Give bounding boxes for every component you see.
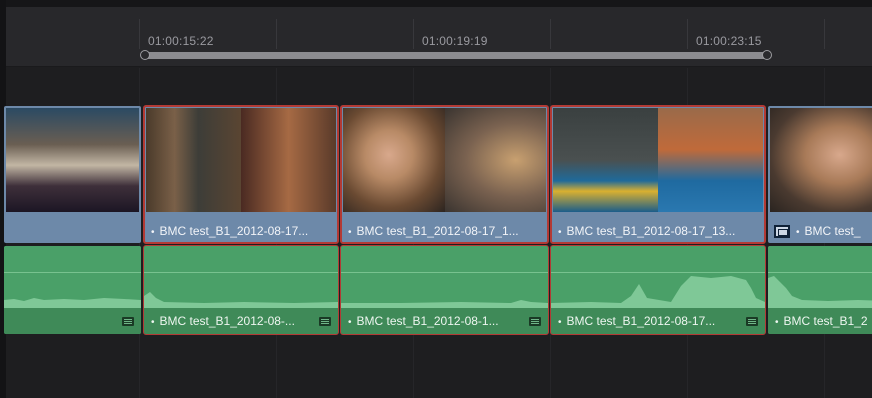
audio-label-row: BMC test_B1_2012-08-... <box>144 308 338 334</box>
audio-clip-label: BMC test_B1_2012-08-17... <box>558 314 716 328</box>
ruler-tick <box>687 19 688 49</box>
video-clip[interactable]: BMC test_B1_2012-08-17_1... <box>340 105 549 244</box>
audio-clip[interactable]: BMC test_B1_2 <box>768 246 872 334</box>
clip-thumbnail <box>6 108 139 212</box>
audio-centerline <box>551 272 765 273</box>
audio-clip[interactable] <box>4 246 141 334</box>
timecode-ruler[interactable]: 01:00:15:22 01:00:19:19 01:00:23:15 <box>6 7 872 67</box>
range-start-handle[interactable] <box>140 50 150 60</box>
video-clip[interactable] <box>4 106 141 243</box>
timeline-range-bar[interactable] <box>140 50 772 60</box>
timeline-panel: 01:00:15:22 01:00:19:19 01:00:23:15 BMC … <box>0 0 872 398</box>
audio-label-row: BMC test_B1_2 <box>768 308 872 334</box>
timecode-label: 01:00:19:19 <box>422 34 488 48</box>
audio-label-row: BMC test_B1_2012-08-17... <box>551 308 765 334</box>
audio-clip-label: BMC test_B1_2012-08-... <box>151 314 295 328</box>
timecode-label: 01:00:23:15 <box>696 34 762 48</box>
audio-label-row: BMC test_B1_2012-08-1... <box>341 308 548 334</box>
clip-thumbnail <box>770 108 872 212</box>
audio-centerline <box>768 272 872 273</box>
audio-centerline <box>144 272 338 273</box>
ruler-tick <box>139 19 140 49</box>
audio-waveform <box>551 276 765 308</box>
audio-clip[interactable]: BMC test_B1_2012-08-... <box>143 245 339 335</box>
video-clip-label: BMC test_B1_2012-08-17_1... <box>348 224 519 238</box>
clip-menu-icon[interactable] <box>122 317 134 326</box>
timecode-label: 01:00:15:22 <box>148 34 214 48</box>
clip-thumbnail <box>146 108 336 212</box>
video-clip[interactable]: BMC test_B1_2012-08-17... <box>143 105 339 244</box>
video-clip[interactable]: BMC test_ <box>768 106 872 243</box>
audio-waveform <box>4 298 141 308</box>
range-end-handle[interactable] <box>762 50 772 60</box>
video-clip-label: BMC test_B1_2012-08-17_13... <box>558 224 736 238</box>
audio-clip-label: BMC test_B1_2012-08-1... <box>348 314 499 328</box>
ruler-tick <box>550 19 551 49</box>
audio-waveform <box>768 276 872 308</box>
audio-clip[interactable]: BMC test_B1_2012-08-1... <box>340 245 549 335</box>
audio-waveform <box>341 300 548 308</box>
audio-label-row <box>4 308 141 334</box>
clip-thumbnail <box>343 108 546 212</box>
audio-centerline <box>341 272 548 273</box>
audio-clip-label: BMC test_B1_2 <box>775 314 868 328</box>
ruler-tick <box>276 19 277 49</box>
audio-centerline <box>4 272 141 273</box>
clip-menu-icon[interactable] <box>319 317 331 326</box>
film-clip-icon <box>774 225 790 238</box>
video-clip-label: BMC test_B1_2012-08-17... <box>151 224 309 238</box>
ruler-tick <box>824 19 825 49</box>
clip-thumbnail <box>553 108 763 212</box>
ruler-tick <box>413 19 414 49</box>
clip-menu-icon[interactable] <box>746 317 758 326</box>
audio-waveform <box>144 292 338 308</box>
video-clip-label: BMC test_ <box>796 224 861 238</box>
clip-menu-icon[interactable] <box>529 317 541 326</box>
audio-clip[interactable]: BMC test_B1_2012-08-17... <box>550 245 766 335</box>
video-clip[interactable]: BMC test_B1_2012-08-17_13... <box>550 105 766 244</box>
timeline-top-border <box>0 0 872 7</box>
